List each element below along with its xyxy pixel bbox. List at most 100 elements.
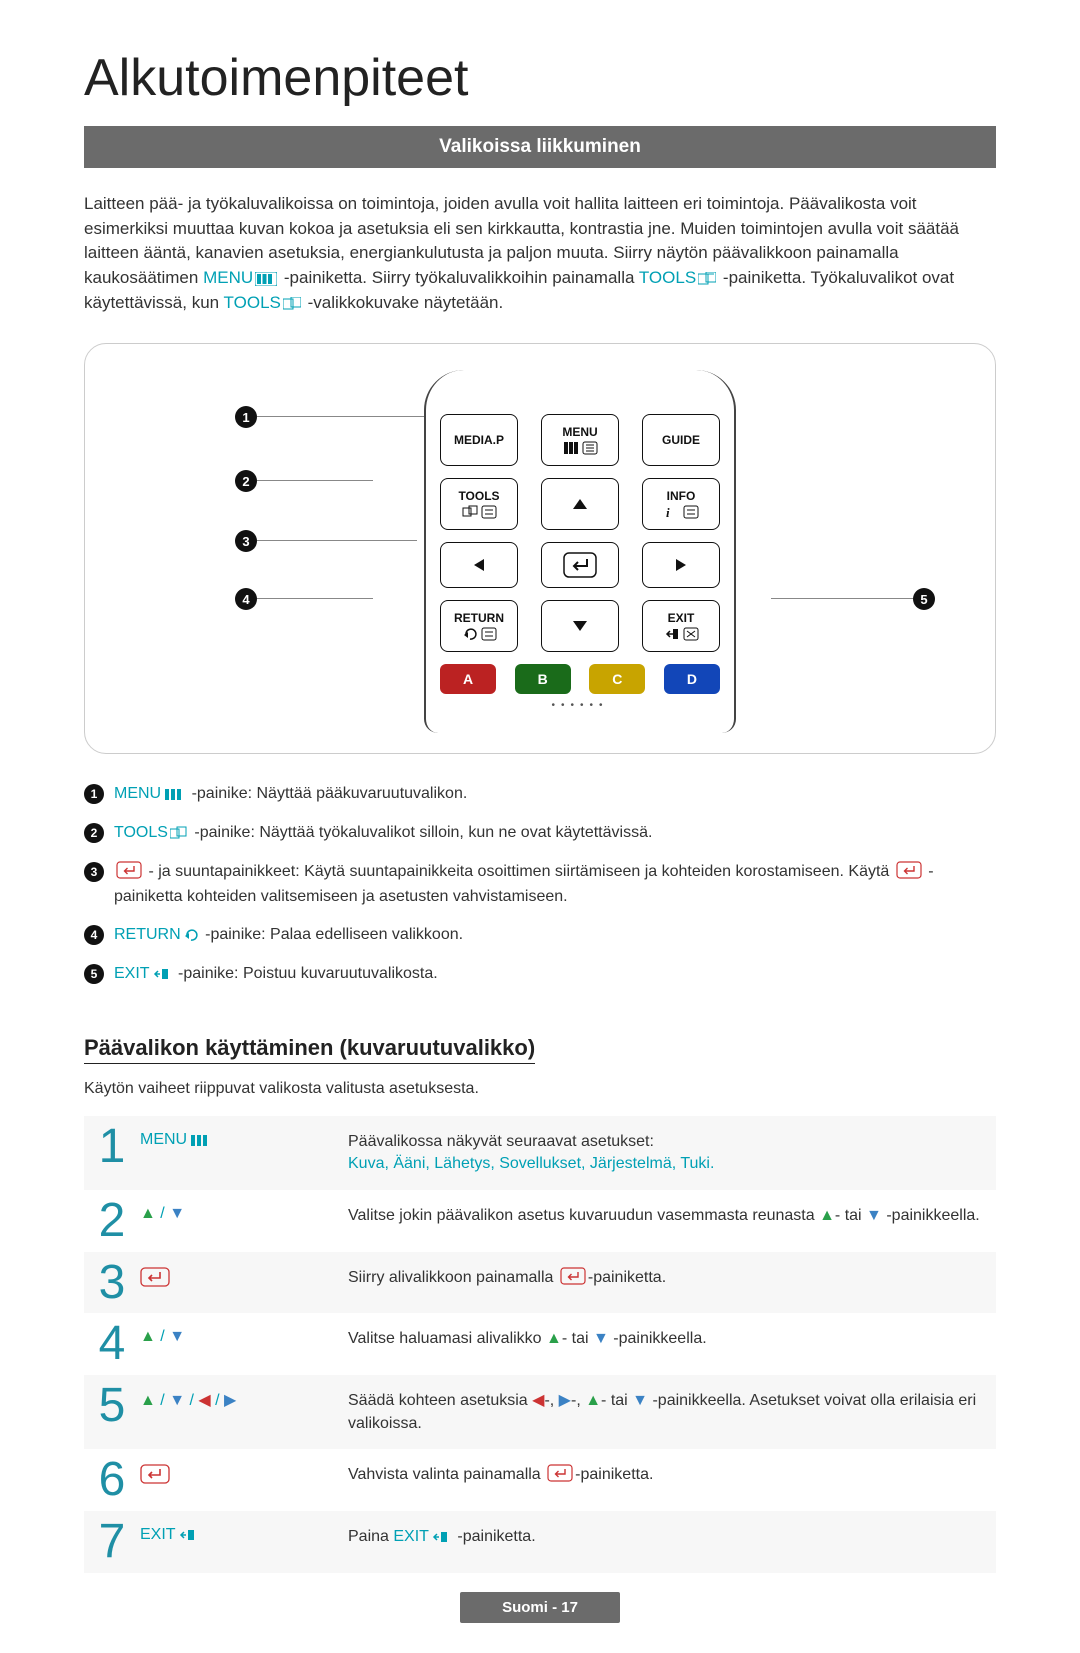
arrow-up-icon: ▲ [819, 1205, 835, 1227]
step-desc: Valitse jokin päävalikon asetus kuvaruud… [348, 1207, 819, 1224]
intro-text-4: -valikkokuvake näytetään. [308, 293, 504, 312]
enter-icon [563, 552, 597, 578]
menu-icon [255, 272, 277, 286]
exit-icon [431, 1530, 451, 1544]
remote-diagram: 1 2 3 4 5 MEDIA.P MENU [84, 343, 996, 754]
step-desc: -painiketta. [453, 1528, 536, 1545]
step-row: 2 ▲ / ▼ Valitse jokin päävalikon asetus … [84, 1190, 996, 1252]
step-number: 1 [84, 1117, 140, 1190]
page-footer: Suomi - 17 [0, 1592, 1080, 1623]
page-title: Alkutoimenpiteet [84, 48, 996, 108]
legend-text: -painike: Poistuu kuvaruutuvalikosta. [178, 965, 438, 982]
exit-keyword: EXIT [393, 1528, 429, 1545]
arrow-up-icon [571, 497, 589, 511]
menu-icon [563, 441, 598, 455]
step-row: 6 Vahvista valinta painamalla -painikett… [84, 1449, 996, 1511]
step-number: 7 [84, 1512, 140, 1573]
step-desc: Säädä kohteen asetuksia [348, 1392, 532, 1409]
legend-row: 4 RETURN -painike: Palaa edelliseen vali… [84, 923, 996, 948]
intro-paragraph: Laitteen pää- ja työkaluvalikoissa on to… [84, 192, 996, 315]
section-heading: Valikoissa liikkuminen [84, 126, 996, 168]
arrow-up-icon: ▲ [140, 1328, 156, 1346]
remote-button-label: GUIDE [662, 434, 700, 447]
remote-button-left[interactable] [440, 542, 518, 588]
callout-legend: 1 MENU -painike: Näyttää pääkuvaruutuval… [84, 782, 996, 987]
remote-button-label: RETURN [454, 612, 504, 625]
remote-button-label: EXIT [668, 612, 695, 625]
legend-num: 4 [84, 925, 104, 945]
step-desc: -, [544, 1392, 558, 1409]
legend-row: 3 - ja suuntapainikkeet: Käytä suuntapai… [84, 860, 996, 910]
legend-row: 5 EXIT -painike: Poistuu kuvaruutuvaliko… [84, 962, 996, 987]
exit-icon [152, 967, 172, 981]
remote-color-button-d[interactable]: D [664, 664, 720, 694]
lead-line [257, 540, 417, 541]
step-desc: -painikkeella. [609, 1330, 707, 1347]
remote-button-info[interactable]: INFO i [642, 478, 720, 530]
step-action-label: EXIT [140, 1526, 176, 1543]
remote-body: MEDIA.P MENU GUIDE TOOLS [424, 370, 736, 733]
callout-1: 1 [235, 406, 257, 428]
remote-button-label: INFO [667, 490, 696, 503]
legend-row: 1 MENU -painike: Näyttää pääkuvaruutuval… [84, 782, 996, 807]
step-row: 7 EXIT Paina EXIT -painiketta. [84, 1511, 996, 1573]
arrow-up-icon: ▲ [140, 1392, 156, 1410]
enter-icon [140, 1267, 170, 1287]
arrow-down-icon: ▼ [632, 1390, 648, 1412]
legend-keyword: MENU [114, 785, 161, 802]
step-number: 6 [84, 1450, 140, 1511]
remote-button-media-p[interactable]: MEDIA.P [440, 414, 518, 466]
callout-4: 4 [235, 588, 257, 610]
arrow-up-icon: ▲ [140, 1205, 156, 1223]
tools-icon [462, 505, 497, 519]
arrow-down-icon: ▼ [169, 1205, 185, 1223]
remote-button-label: TOOLS [458, 490, 499, 503]
legend-text: -painike: Palaa edelliseen valikkoon. [205, 926, 463, 943]
remote-button-return[interactable]: RETURN [440, 600, 518, 652]
step-desc: Valitse haluamasi alivalikko [348, 1330, 546, 1347]
tools-icon [283, 297, 301, 311]
info-icon: i [664, 505, 699, 519]
arrow-left-icon: ◀ [198, 1390, 210, 1410]
remote-button-enter[interactable] [541, 542, 619, 588]
step-number: 3 [84, 1253, 140, 1314]
arrow-down-icon: ▼ [169, 1392, 185, 1410]
remote-button-guide[interactable]: GUIDE [642, 414, 720, 466]
enter-icon [547, 1464, 573, 1482]
intro-text-2: -painiketta. Siirry työkaluvalikkoihin p… [284, 268, 639, 287]
remote-button-right[interactable] [642, 542, 720, 588]
enter-icon [560, 1267, 586, 1285]
step-desc: -, [571, 1392, 585, 1409]
remote-button-menu[interactable]: MENU [541, 414, 619, 466]
remote-color-button-a[interactable]: A [440, 664, 496, 694]
remote-button-exit[interactable]: EXIT [642, 600, 720, 652]
tools-keyword-2: TOOLS [224, 293, 281, 312]
arrow-down-icon: ▼ [169, 1328, 185, 1346]
enter-icon [116, 861, 142, 879]
remote-button-up[interactable] [541, 478, 619, 530]
legend-text: -painike: Näyttää työkaluvalikot silloin… [194, 824, 652, 841]
lead-line [257, 480, 373, 481]
callout-5: 5 [913, 588, 935, 610]
step-desc: - tai [562, 1330, 593, 1347]
remote-color-button-b[interactable]: B [515, 664, 571, 694]
callout-3: 3 [235, 530, 257, 552]
arrow-down-icon [571, 619, 589, 633]
step-number: 5 [84, 1376, 140, 1449]
return-icon [183, 928, 199, 942]
arrow-up-icon: ▲ [546, 1328, 562, 1350]
legend-text: - ja suuntapainikkeet: Käytä suuntapaini… [148, 863, 893, 880]
step-desc-lead: Päävalikossa näkyvät seuraavat asetukset… [348, 1131, 986, 1153]
step-desc: Paina [348, 1528, 393, 1545]
arrow-down-icon: ▼ [593, 1328, 609, 1350]
menu-icon [163, 788, 185, 801]
arrow-down-icon: ▼ [866, 1205, 882, 1227]
step-desc: - tai [601, 1392, 632, 1409]
step-row: 3 Siirry alivalikkoon painamalla -painik… [84, 1252, 996, 1314]
legend-keyword: RETURN [114, 926, 181, 943]
step-number: 4 [84, 1314, 140, 1375]
arrow-right-icon [674, 557, 688, 573]
remote-button-tools[interactable]: TOOLS [440, 478, 518, 530]
remote-button-down[interactable] [541, 600, 619, 652]
remote-color-button-c[interactable]: C [589, 664, 645, 694]
